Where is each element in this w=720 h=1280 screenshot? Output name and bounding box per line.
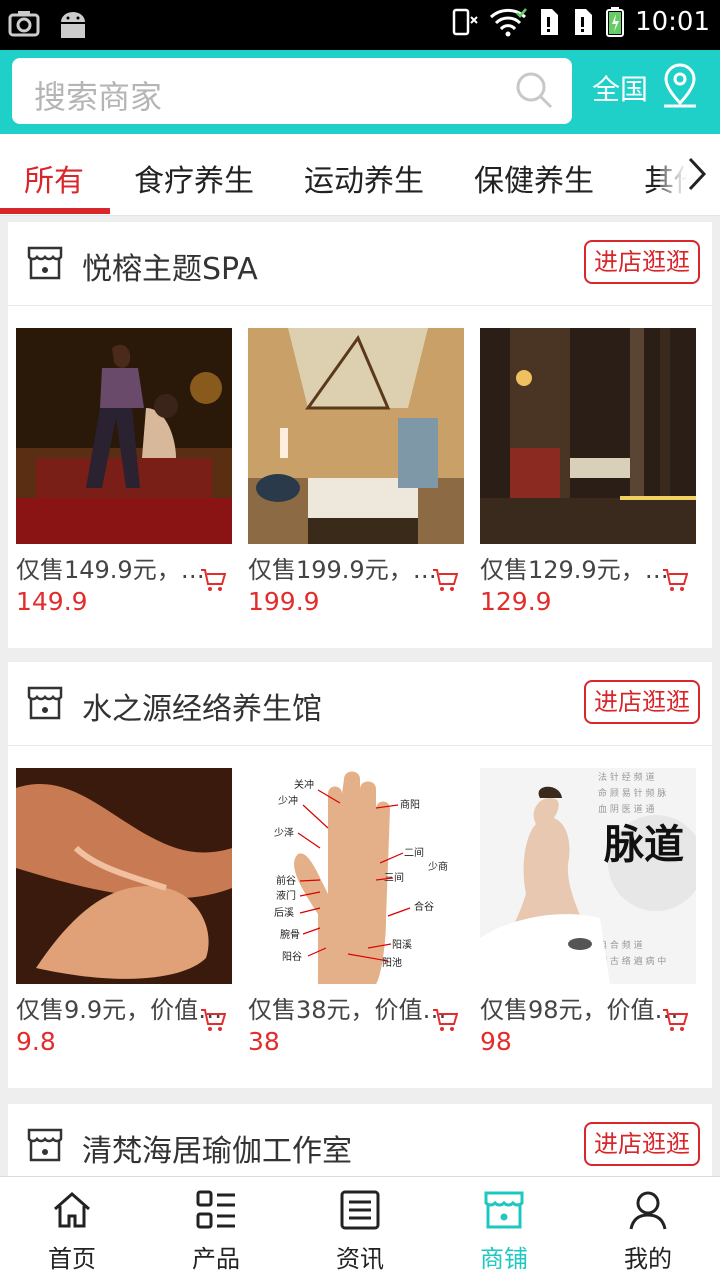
android-icon [61, 12, 85, 38]
acupoint-label: 少泽 [274, 827, 294, 839]
svg-text:命 顾 易 针 频 脉: 命 顾 易 针 频 脉 [598, 787, 666, 799]
nav-label: 商铺 [480, 1245, 528, 1273]
nav-label: 资讯 [336, 1245, 384, 1273]
product-image[interactable] [16, 768, 232, 984]
acupoint-label: 腕骨 [280, 928, 300, 941]
nav-label: 我的 [624, 1245, 672, 1273]
active-tab-indicator [0, 208, 110, 214]
acupoint-label: 液门 [276, 889, 296, 902]
cart-icon[interactable] [432, 568, 458, 592]
acupoint-label: 二间 [404, 846, 424, 859]
nav-label: 产品 [192, 1245, 240, 1273]
product-image[interactable]: 关冲 少冲 商阳 少泽 二间 三间 少商 前谷 液门 合谷 后溪 腕骨 阳溪 阳… [248, 768, 464, 984]
store-icon [27, 1128, 63, 1162]
home-icon[interactable] [51, 1189, 93, 1231]
product-description: 仅售129.9元，价值… [480, 556, 692, 584]
nav-news[interactable]: 资讯 [288, 1177, 432, 1280]
acupoint-label: 后溪 [274, 907, 294, 919]
acupoint-label: 商阳 [400, 798, 420, 811]
tabs-scroll-right[interactable] [660, 134, 720, 214]
tab-health[interactable]: 保健养生 [474, 156, 594, 200]
user-icon[interactable] [627, 1189, 669, 1231]
store-icon [27, 686, 63, 720]
nav-shops[interactable]: 商铺 [432, 1177, 576, 1280]
acupoint-label: 少商 [428, 860, 448, 873]
tab-all[interactable]: 所有 [24, 156, 84, 200]
product-row: 仅售9.9元，价值… 9.8 关冲 少冲 商阳 少泽 二间 三间 少商 前谷 液… [8, 746, 712, 1088]
category-tabs: 所有 食疗养生 运动养生 保健养生 其他 [0, 134, 720, 216]
acupoint-label: 少冲 [278, 794, 298, 807]
nav-label: 首页 [48, 1245, 96, 1273]
chevron-right-icon[interactable] [686, 156, 708, 192]
store-card: 悦榕主题SPA 进店逛逛 仅售149.9元，价值… 149.9 [8, 222, 712, 648]
product-image[interactable] [248, 328, 464, 544]
location-icon[interactable] [660, 62, 700, 110]
product-row: 仅售149.9元，价值… 149.9 仅售199.9元，价值… 199 [8, 306, 712, 648]
cart-icon[interactable] [200, 568, 226, 592]
acupoint-label: 阳溪 [392, 939, 412, 951]
product-image[interactable] [16, 328, 232, 544]
enter-store-button[interactable]: 进店逛逛 [584, 1122, 700, 1166]
nav-products[interactable]: 产品 [144, 1177, 288, 1280]
grid-icon[interactable] [195, 1189, 237, 1231]
tab-sport[interactable]: 运动养生 [304, 156, 424, 200]
acupoint-label: 前谷 [276, 874, 296, 887]
acupoint-label: 关冲 [294, 778, 314, 791]
product-description: 仅售9.9元，价值… [16, 996, 223, 1024]
search-icon[interactable] [514, 70, 554, 110]
search-input[interactable]: 搜索商家 [34, 72, 162, 118]
store-name: 清梵海居瑜伽工作室 [82, 1134, 352, 1169]
product-description: 仅售149.9元，价值… [16, 556, 228, 584]
cart-icon[interactable] [432, 1008, 458, 1032]
bottom-navigation: 首页 产品 资讯 商铺 我的 [0, 1176, 720, 1280]
store-card: 清梵海居瑜伽工作室 进店逛逛 [8, 1104, 712, 1178]
product-description: 仅售38元，价值1… [248, 996, 460, 1024]
enter-store-button[interactable]: 进店逛逛 [584, 680, 700, 724]
acupoint-label: 阳池 [382, 956, 402, 969]
sim-icon [541, 9, 559, 35]
nav-home[interactable]: 首页 [0, 1177, 144, 1280]
store-header[interactable]: 悦榕主题SPA 进店逛逛 [8, 222, 712, 306]
enter-store-button[interactable]: 进店逛逛 [584, 240, 700, 284]
calligraphy-text: 脉道 [604, 821, 684, 868]
store-name: 水之源经络养生馆 [82, 692, 322, 727]
product-image[interactable] [480, 328, 696, 544]
nav-me[interactable]: 我的 [576, 1177, 720, 1280]
store-name: 悦榕主题SPA [82, 252, 258, 287]
tab-diet[interactable]: 食疗养生 [134, 156, 254, 200]
svg-text:血 阴 医 道 通: 血 阴 医 道 通 [598, 803, 654, 815]
screenshot-icon [8, 11, 40, 37]
cart-icon[interactable] [662, 1008, 688, 1032]
acupoint-label: 合谷 [414, 900, 434, 913]
news-icon[interactable] [339, 1189, 381, 1231]
acupoint-label: 阳谷 [282, 951, 302, 963]
shop-icon[interactable] [483, 1189, 525, 1231]
status-bar: 10:01 [0, 0, 720, 50]
product-description: 仅售199.9元，价值… [248, 556, 460, 584]
clock: 10:01 [635, 7, 710, 37]
top-header: 搜索商家 全国 [0, 50, 720, 134]
battery-icon [606, 7, 625, 37]
search-box[interactable]: 搜索商家 [12, 58, 572, 124]
cart-icon[interactable] [662, 568, 688, 592]
product-description: 仅售98元，价值2… [480, 996, 692, 1024]
region-selector[interactable]: 全国 [592, 68, 648, 108]
vibrate-icon [452, 8, 478, 36]
sim2-icon [575, 9, 593, 35]
product-image[interactable]: 法 针 经 频 道 命 顾 易 针 频 脉 血 阴 医 道 通 典 合 频 道 … [480, 768, 696, 984]
svg-text:法 针 经 频 道: 法 针 经 频 道 [598, 771, 654, 783]
cart-icon[interactable] [200, 1008, 226, 1032]
store-header[interactable]: 水之源经络养生馆 进店逛逛 [8, 662, 712, 746]
svg-text:洞 古 络 遍 病 中: 洞 古 络 遍 病 中 [598, 955, 666, 967]
store-icon [27, 246, 63, 280]
acupoint-label: 三间 [384, 871, 404, 884]
store-card: 水之源经络养生馆 进店逛逛 仅售9.9元，价值… 9.8 关冲 少冲 商阳 少泽… [8, 662, 712, 1088]
wifi-icon [490, 8, 528, 37]
